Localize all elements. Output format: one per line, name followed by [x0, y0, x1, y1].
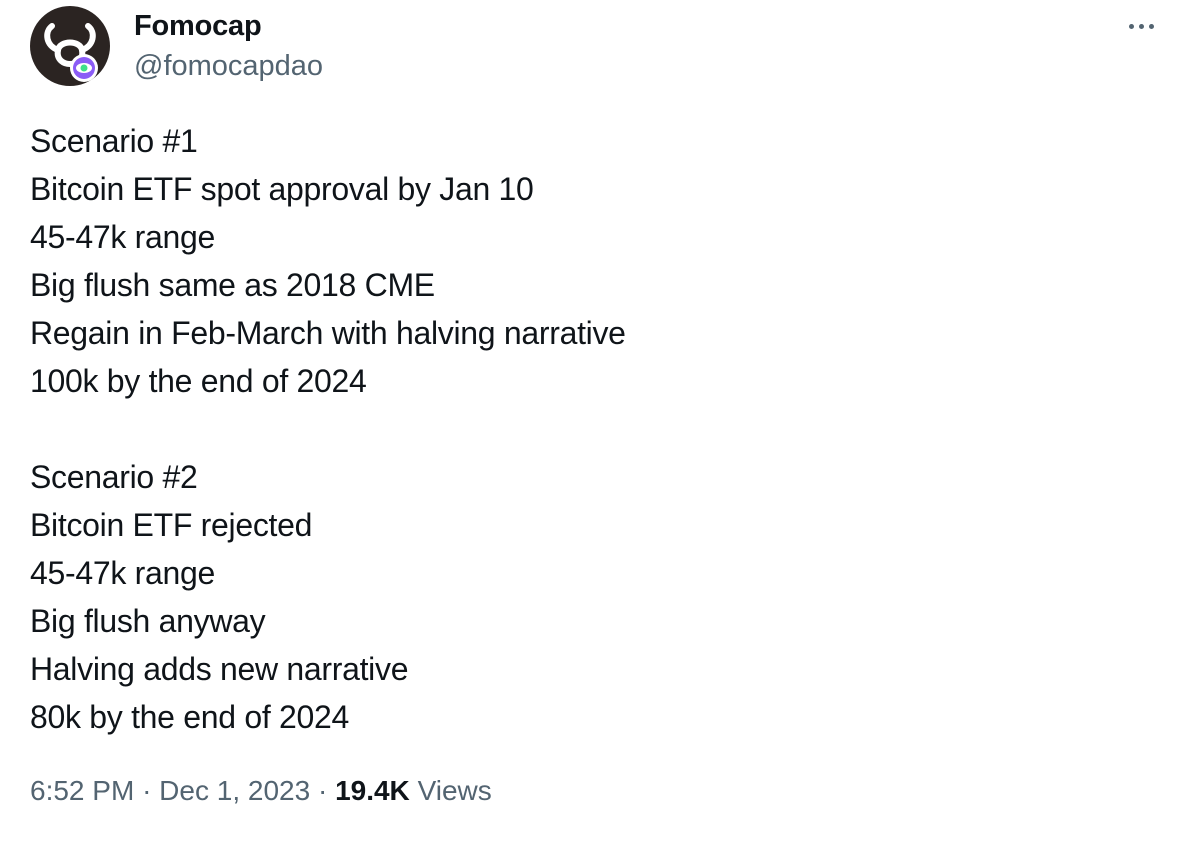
tweet-meta: 6:52 PM · Dec 1, 2023 · 19.4K Views: [30, 771, 492, 811]
meta-separator: ·: [142, 775, 152, 806]
author-name[interactable]: Fomocap: [134, 9, 262, 43]
tweet-line: Scenario #1: [30, 123, 198, 159]
tweet-line: Regain in Feb-March with halving narrati…: [30, 315, 626, 351]
tweet-line: Scenario #2: [30, 459, 198, 495]
tweet-line: 80k by the end of 2024: [30, 699, 349, 735]
tweet-line: Big flush anyway: [30, 603, 266, 639]
views-count: 19.4K: [335, 775, 410, 806]
tweet-line: Bitcoin ETF rejected: [30, 507, 313, 543]
more-options-button[interactable]: [1120, 10, 1162, 42]
tweet-line: 45-47k range: [30, 219, 215, 255]
tweet-text: Scenario #1 Bitcoin ETF spot approval by…: [30, 117, 1150, 741]
tweet-line: Big flush same as 2018 CME: [30, 267, 435, 303]
avatar[interactable]: [30, 6, 110, 86]
post-time[interactable]: 6:52 PM: [30, 775, 134, 806]
post-date[interactable]: Dec 1, 2023: [159, 775, 310, 806]
more-horizontal-icon: [1128, 23, 1134, 29]
more-horizontal-icon-dot: [1138, 23, 1144, 29]
meta-separator: ·: [317, 775, 328, 806]
more-horizontal-icon-dot: [1148, 23, 1154, 29]
tweet-line: Bitcoin ETF spot approval by Jan 10: [30, 171, 534, 207]
bull-head-eye-logo-icon: [30, 6, 110, 86]
tweet: Fomocap @fomocapdao Scenario #1 Bitcoin …: [0, 0, 1186, 842]
tweet-line: 100k by the end of 2024: [30, 363, 367, 399]
author-handle[interactable]: @fomocapdao: [134, 49, 323, 83]
tweet-line: 45-47k range: [30, 555, 215, 591]
tweet-line: Halving adds new narrative: [30, 651, 409, 687]
views-label: Views: [417, 775, 492, 806]
